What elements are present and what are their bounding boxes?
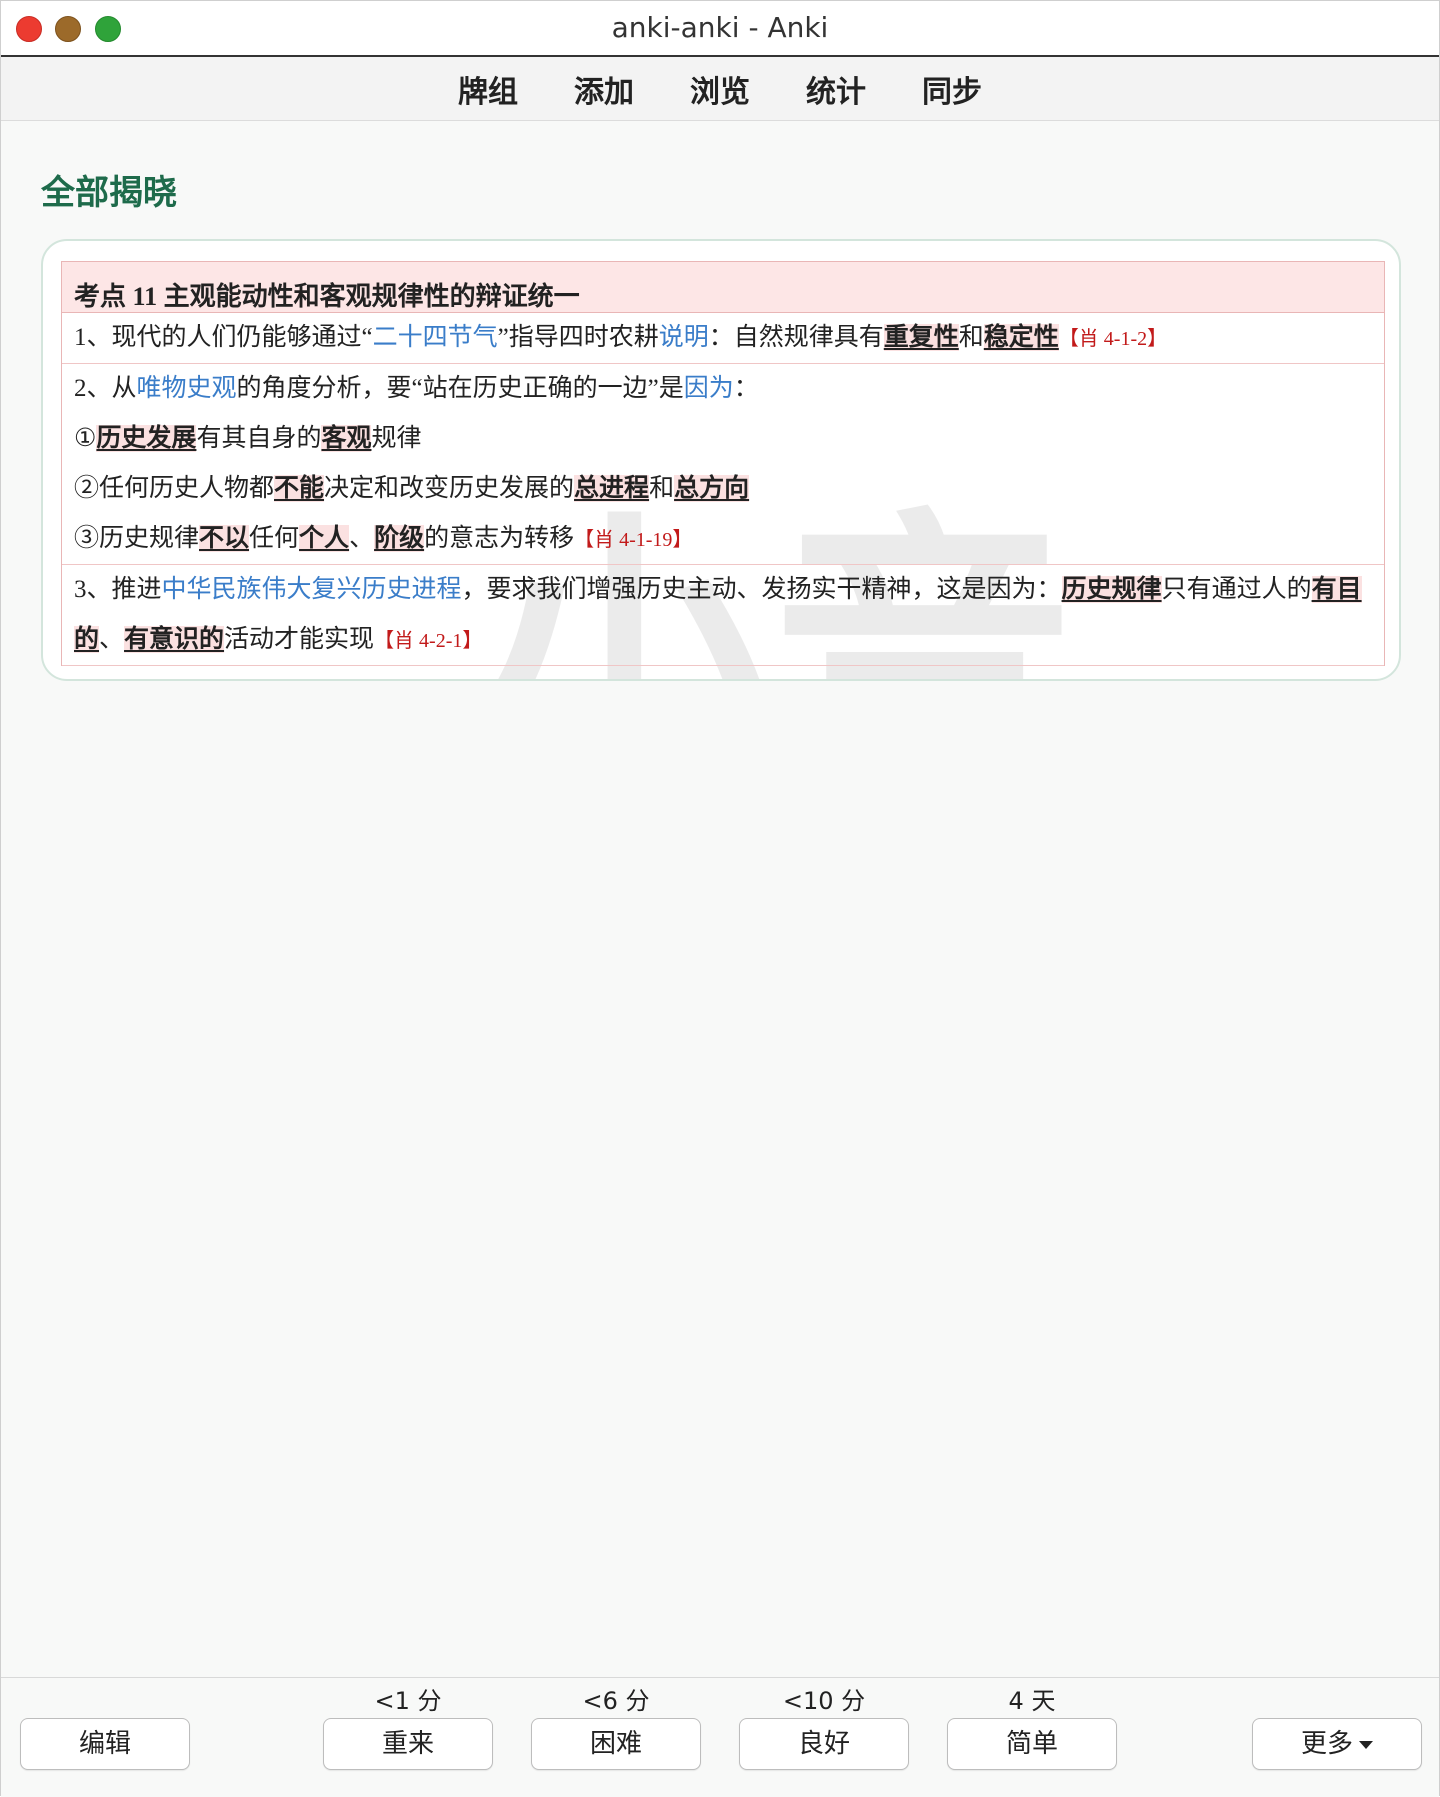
text: 、 bbox=[99, 626, 125, 653]
more-label: 更多 bbox=[1300, 1729, 1353, 1759]
chevron-down-icon bbox=[1359, 1740, 1373, 1749]
text: ① bbox=[74, 425, 97, 452]
card-item-2: 2、从唯物史观的角度分析，要“站在历史正确的一边”是因为： ①历史发展有其自身的… bbox=[62, 364, 1384, 565]
card-header: 考点 11 主观能动性和客观规律性的辩证统一 bbox=[62, 261, 1384, 313]
toolbar-decks[interactable]: 牌组 bbox=[458, 67, 518, 111]
easy-button[interactable]: 简单 bbox=[947, 1718, 1117, 1770]
text: ：自然规律具有 bbox=[708, 324, 884, 351]
text: 和 bbox=[958, 324, 984, 351]
reference-tag: 【肖 4-2-1】 bbox=[374, 630, 483, 652]
title-bar: anki-anki - Anki bbox=[1, 1, 1439, 57]
cloze-answer: 不以 bbox=[199, 525, 250, 552]
text: ②任何历史人物都 bbox=[74, 475, 275, 502]
keyword: 唯物史观 bbox=[136, 375, 237, 402]
cloze-answer: 总进程 bbox=[574, 475, 650, 502]
again-button[interactable]: 重来 bbox=[323, 1718, 493, 1770]
toolbar-sync[interactable]: 同步 bbox=[922, 67, 982, 111]
toolbar-browse[interactable]: 浏览 bbox=[690, 67, 750, 111]
text: ，要求我们增强历史主动、发扬实干精神，这是因为： bbox=[461, 576, 1062, 603]
page-heading: 全部揭晓 bbox=[41, 173, 177, 213]
text: 任何 bbox=[249, 525, 300, 552]
more-button[interactable]: 更多 bbox=[1252, 1718, 1422, 1770]
card-item-3: 3、推进中华民族伟大复兴历史进程，要求我们增强历史主动、发扬实干精神，这是因为：… bbox=[62, 565, 1384, 666]
text: 2、从 bbox=[74, 375, 137, 402]
interval-good: <10 分 bbox=[782, 1687, 866, 1715]
text: 的角度分析，要“站在历史正确的一边”是 bbox=[236, 375, 684, 402]
cloze-answer: 有意识的 bbox=[124, 626, 225, 653]
card-item-1: 1、现代的人们仍能够通过“二十四节气”指导四时农耕说明：自然规律具有重复性和稳定… bbox=[62, 313, 1384, 364]
edit-button[interactable]: 编辑 bbox=[20, 1718, 190, 1770]
interval-hard: <6 分 bbox=[582, 1687, 650, 1715]
good-button[interactable]: 良好 bbox=[739, 1718, 909, 1770]
cloze-answer: 阶级 bbox=[374, 525, 425, 552]
text: 、 bbox=[349, 525, 375, 552]
toolbar-add[interactable]: 添加 bbox=[574, 67, 634, 111]
interval-easy: 4 天 bbox=[1008, 1687, 1056, 1715]
cloze-answer: 个人 bbox=[299, 525, 350, 552]
cloze-answer: 不能 bbox=[274, 475, 325, 502]
text: 有其自身的 bbox=[196, 425, 322, 452]
text: 规律 bbox=[371, 425, 422, 452]
keyword: 因为 bbox=[683, 375, 734, 402]
text: 的意志为转移 bbox=[424, 525, 575, 552]
cloze-answer: 总方向 bbox=[674, 475, 750, 502]
keyword: 说明 bbox=[658, 324, 709, 351]
answer-bar bbox=[1, 1677, 1439, 1797]
cloze-answer: 的 bbox=[74, 626, 100, 653]
text: 和 bbox=[649, 475, 675, 502]
reference-tag: 【肖 4-1-2】 bbox=[1058, 328, 1168, 350]
text: 1、现代的人们仍能够通过“ bbox=[74, 324, 373, 351]
main-toolbar: 牌组 添加 浏览 统计 同步 bbox=[1, 57, 1439, 121]
text: 只有通过人的 bbox=[1161, 576, 1312, 603]
keyword: 二十四节气 bbox=[372, 324, 498, 351]
cloze-answer: 历史发展 bbox=[96, 425, 197, 452]
cloze-answer: 重复性 bbox=[883, 324, 959, 351]
toolbar-stats[interactable]: 统计 bbox=[806, 67, 866, 111]
reference-tag: 【肖 4-1-19】 bbox=[574, 529, 693, 551]
interval-again: <1 分 bbox=[374, 1687, 442, 1715]
text: ③历史规律 bbox=[74, 525, 200, 552]
cloze-answer: 有目 bbox=[1311, 576, 1362, 603]
cloze-answer: 历史规律 bbox=[1061, 576, 1162, 603]
anki-window: anki-anki - Anki 牌组 添加 浏览 统计 同步 全部揭晓 ⼩⾳ … bbox=[0, 0, 1440, 1797]
hard-button[interactable]: 困难 bbox=[531, 1718, 701, 1770]
cloze-answer: 稳定性 bbox=[983, 324, 1059, 351]
knowledge-box: 考点 11 主观能动性和客观规律性的辩证统一 1、现代的人们仍能够通过“二十四节… bbox=[61, 261, 1385, 666]
window-title: anki-anki - Anki bbox=[611, 11, 829, 44]
text: ： bbox=[733, 375, 759, 402]
text: 决定和改变历史发展的 bbox=[324, 475, 575, 502]
text: 3、推进 bbox=[74, 576, 162, 603]
cloze-answer: 客观 bbox=[321, 425, 372, 452]
card-content: ⼩⾳ 考点 11 主观能动性和客观规律性的辩证统一 1、现代的人们仍能够通过“二… bbox=[41, 239, 1401, 681]
keyword: 中华民族伟大复兴历史进程 bbox=[161, 576, 462, 603]
text: ”指导四时农耕 bbox=[497, 324, 659, 351]
text: 活动才能实现 bbox=[224, 626, 375, 653]
